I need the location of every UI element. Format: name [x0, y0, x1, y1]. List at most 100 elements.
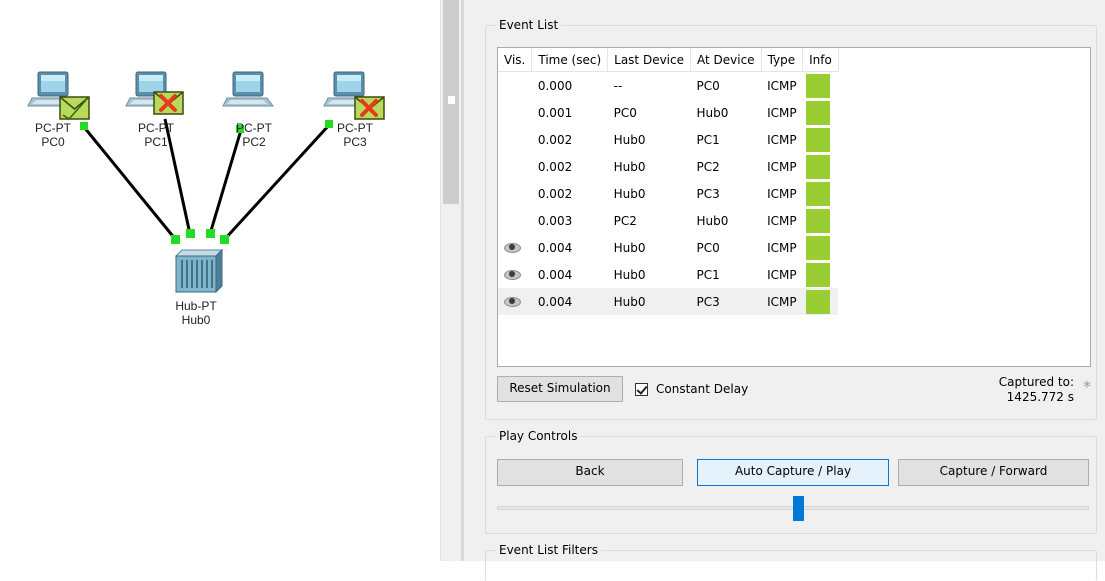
- event-list-group: Event List Vis. Time (sec) Last Device At D…: [485, 18, 1097, 420]
- hub0-label: Hub-PT Hub0: [161, 299, 231, 327]
- column-header-type[interactable]: Type: [761, 48, 804, 72]
- event-type-cell: ICMP: [767, 159, 797, 174]
- packet-info-swatch[interactable]: [805, 262, 830, 287]
- packet-info-swatch[interactable]: [805, 235, 830, 260]
- packet-info-swatch[interactable]: [805, 127, 830, 152]
- event-vis-cell: [498, 261, 532, 288]
- event-info-cell[interactable]: [803, 126, 839, 153]
- workspace-scrollbar[interactable]: [440, 0, 461, 561]
- column-header-last-device[interactable]: Last Device: [607, 48, 691, 72]
- logical-workspace[interactable]: PC-PT PC0 PC-PT PC1 PC-PT PC2 PC-PT PC3 …: [0, 0, 440, 561]
- play-controls-group: Play Controls Back Auto Capture / Play C…: [485, 429, 1097, 534]
- captured-to-readout: Captured to: 1425.772 s: [999, 375, 1074, 405]
- packet-info-swatch[interactable]: [805, 181, 830, 206]
- event-type-cell: ICMP: [767, 132, 797, 147]
- device-name-label: PC0: [41, 135, 65, 149]
- play-speed-slider-thumb[interactable]: [793, 496, 804, 521]
- event-row[interactable]: 0.002 Hub0 PC1 ICMP: [498, 126, 838, 153]
- event-row[interactable]: 0.001 PC0 Hub0 ICMP: [498, 99, 838, 126]
- event-last-cell: Hub0: [613, 132, 646, 147]
- event-vis-cell: [498, 126, 532, 153]
- event-row[interactable]: 0.004 Hub0 PC3 ICMP: [498, 288, 839, 315]
- event-type-cell: ICMP: [767, 240, 797, 255]
- event-last-cell: Hub0: [613, 159, 646, 174]
- event-time-cell: 0.004: [537, 240, 573, 255]
- event-info-cell[interactable]: [803, 207, 839, 234]
- event-vis-cell: [498, 153, 532, 180]
- event-table-container[interactable]: Vis. Time (sec) Last Device At Device Type In…: [497, 47, 1091, 367]
- device-model-label: Hub-PT: [175, 299, 217, 313]
- envelope-success-icon[interactable]: [59, 96, 90, 121]
- column-header-info[interactable]: Info: [802, 48, 839, 72]
- event-info-cell[interactable]: [803, 99, 839, 126]
- event-vis-cell: [498, 288, 532, 315]
- hub0-device[interactable]: [174, 248, 224, 294]
- constant-delay-checkbox[interactable]: [635, 383, 648, 396]
- pc0-label: PC-PT PC0: [18, 121, 88, 149]
- event-row[interactable]: 0.002 Hub0 PC3 ICMP: [498, 180, 838, 207]
- event-row[interactable]: 0.002 Hub0 PC2 ICMP: [498, 153, 838, 180]
- pc2-device[interactable]: [222, 71, 274, 107]
- event-at-cell: Hub0: [696, 105, 729, 120]
- event-type-cell: ICMP: [767, 105, 797, 120]
- event-vis-cell: [498, 207, 532, 234]
- event-list-filters-title: Event List Filters: [496, 543, 601, 558]
- event-at-cell: PC3: [696, 186, 720, 201]
- port-lights: [80, 120, 333, 244]
- event-time-cell: 0.003: [537, 213, 573, 228]
- capture-forward-button[interactable]: Capture / Forward: [898, 459, 1089, 486]
- event-vis-cell: [498, 180, 532, 207]
- event-row[interactable]: 0.004 Hub0 PC0 ICMP: [498, 234, 838, 261]
- back-button[interactable]: Back: [497, 459, 683, 486]
- event-time-cell: 0.001: [537, 105, 573, 120]
- simulation-panel: Event List Vis. Time (sec) Last Device At D…: [464, 0, 1105, 581]
- column-header-at-device[interactable]: At Device: [690, 48, 762, 72]
- event-time-cell: 0.002: [537, 159, 573, 174]
- packet-info-swatch[interactable]: [805, 289, 830, 314]
- envelope-failed-icon[interactable]: [153, 91, 184, 115]
- topology-canvas[interactable]: [0, 0, 440, 561]
- device-name-label: PC2: [242, 135, 266, 149]
- captured-to-value: 1425.772 s: [1006, 390, 1074, 404]
- eye-icon: [504, 242, 521, 253]
- captured-to-label: Captured to:: [998, 375, 1074, 389]
- event-info-cell[interactable]: [802, 288, 839, 315]
- event-at-cell: PC1: [696, 132, 720, 147]
- asterisk-icon: *: [1083, 377, 1091, 396]
- device-model-label: PC-PT: [35, 121, 71, 135]
- event-type-cell: ICMP: [767, 186, 797, 201]
- event-info-cell[interactable]: [803, 261, 839, 288]
- packet-info-swatch[interactable]: [805, 73, 830, 98]
- device-name-label: PC3: [343, 135, 367, 149]
- event-row[interactable]: 0.000 -- PC0 ICMP: [498, 72, 838, 100]
- event-info-cell[interactable]: [803, 180, 839, 207]
- port-light: [206, 229, 215, 238]
- device-name-label: PC1: [144, 135, 168, 149]
- event-at-cell: PC0: [696, 240, 720, 255]
- pc3-label: PC-PT PC3: [320, 121, 390, 149]
- event-time-cell: 0.002: [537, 186, 573, 201]
- event-last-cell: Hub0: [613, 240, 646, 255]
- column-header-vis[interactable]: Vis.: [498, 48, 533, 72]
- packet-info-swatch[interactable]: [805, 154, 830, 179]
- constant-delay-label: Constant Delay: [656, 382, 749, 396]
- event-row[interactable]: 0.004 Hub0 PC1 ICMP: [498, 261, 838, 288]
- column-header-time[interactable]: Time (sec): [531, 48, 609, 72]
- event-info-cell[interactable]: [803, 153, 839, 180]
- packet-info-swatch[interactable]: [805, 208, 830, 233]
- event-at-cell: PC3: [690, 288, 762, 315]
- event-info-cell[interactable]: [803, 72, 839, 100]
- reset-simulation-button[interactable]: Reset Simulation: [497, 376, 623, 402]
- event-last-cell: PC2: [613, 213, 637, 228]
- event-list-filters-group: Event List Filters: [485, 543, 1097, 581]
- event-at-cell: Hub0: [696, 213, 729, 228]
- auto-capture-play-button[interactable]: Auto Capture / Play: [697, 459, 889, 486]
- packet-info-swatch[interactable]: [805, 100, 830, 125]
- envelope-failed-icon[interactable]: [354, 96, 385, 120]
- event-vis-cell: [498, 99, 532, 126]
- port-light: [186, 229, 195, 238]
- event-row[interactable]: 0.003 PC2 Hub0 ICMP: [498, 207, 838, 234]
- event-info-cell[interactable]: [803, 234, 839, 261]
- event-type-cell: ICMP: [767, 78, 797, 93]
- event-last-cell: PC0: [613, 105, 637, 120]
